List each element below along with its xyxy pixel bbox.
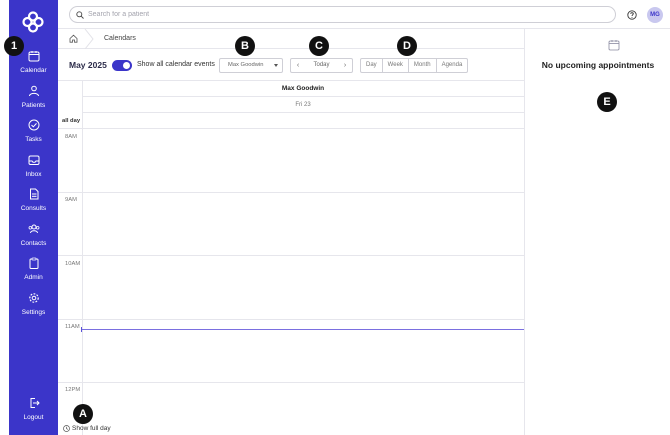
- contacts-icon: [28, 224, 39, 234]
- avatar[interactable]: MG: [647, 7, 663, 23]
- search-input[interactable]: [88, 8, 608, 21]
- today-button[interactable]: Today: [305, 59, 338, 72]
- search-icon: [76, 11, 84, 19]
- calendar-icon: [608, 40, 620, 51]
- hour-slot[interactable]: 12PM: [58, 383, 524, 435]
- sidebar-item-patients[interactable]: Patients: [9, 85, 58, 119]
- sidebar-item-label: Patients: [21, 102, 46, 109]
- clock-icon: [63, 425, 70, 432]
- sidebar-item-admin[interactable]: Admin: [9, 257, 58, 291]
- home-icon[interactable]: [69, 34, 78, 43]
- hour-slot[interactable]: 9AM: [58, 193, 524, 256]
- all-day-row[interactable]: all day: [58, 113, 524, 129]
- hour-label: 12PM: [65, 387, 81, 393]
- show-full-day-label: Show full day: [72, 425, 111, 432]
- check-circle-icon: [28, 119, 39, 131]
- show-full-day-button[interactable]: Show full day: [61, 422, 117, 435]
- logout-icon: [30, 398, 40, 408]
- view-day-button[interactable]: Day: [361, 59, 383, 72]
- view-month-button[interactable]: Month: [409, 59, 437, 72]
- annotation-marker-e: E: [597, 92, 617, 112]
- caret-down-icon: [274, 64, 278, 67]
- annotation-marker-c: C: [309, 36, 329, 56]
- show-all-events-label: Show all calendar events: [137, 61, 215, 68]
- sidebar-item-label: Contacts: [20, 240, 47, 247]
- sidebar-item-label: Admin: [24, 274, 43, 281]
- sidebar-item-label: Settings: [21, 309, 46, 316]
- sidebar-item-label: Consults: [20, 205, 47, 212]
- sidebar-item-inbox[interactable]: Inbox: [9, 154, 58, 188]
- calendar-grid: Max Goodwin Fri 23 all day 8AM 9AM 10AM …: [58, 81, 524, 435]
- gear-icon: [28, 293, 39, 303]
- practitioner-select[interactable]: Max Goodwin: [219, 58, 283, 73]
- show-all-events-toggle[interactable]: [112, 60, 132, 71]
- annotation-marker-a: A: [73, 404, 93, 424]
- view-week-button[interactable]: Week: [383, 59, 409, 72]
- no-appointments-message: No upcoming appointments: [541, 60, 655, 70]
- help-icon[interactable]: [627, 10, 637, 20]
- next-button[interactable]: ›: [338, 59, 352, 72]
- time-gutter-divider: [82, 81, 83, 435]
- logout-button[interactable]: Logout: [9, 397, 58, 431]
- appointments-panel: No upcoming appointments: [524, 29, 670, 435]
- view-switcher: Day Week Month Agenda: [360, 58, 469, 73]
- practitioner-select-value: Max Goodwin: [228, 62, 264, 68]
- prev-button[interactable]: ‹: [291, 59, 305, 72]
- calendar-icon: [28, 51, 39, 62]
- resource-header: Max Goodwin: [82, 81, 524, 97]
- annotation-marker-d: D: [397, 36, 417, 56]
- annotation-marker-1: 1: [4, 36, 24, 56]
- hour-label: 11AM: [65, 324, 80, 330]
- hour-label: 10AM: [65, 261, 81, 267]
- user-icon: [28, 85, 39, 97]
- app-logo-icon[interactable]: [22, 11, 44, 33]
- sidebar: Calendar Patients Tasks Inbox Consults C…: [9, 0, 58, 435]
- sidebar-item-consults[interactable]: Consults: [9, 188, 58, 222]
- hour-slot[interactable]: 8AM: [58, 130, 524, 193]
- breadcrumb-calendars[interactable]: Calendars: [104, 35, 136, 42]
- date-navigation: ‹ Today ›: [290, 58, 353, 73]
- sidebar-item-label: Calendar: [20, 67, 47, 74]
- hour-slot[interactable]: 10AM: [58, 257, 524, 320]
- logout-label: Logout: [23, 414, 44, 421]
- breadcrumb: Calendars: [58, 29, 524, 49]
- sidebar-item-contacts[interactable]: Contacts: [9, 223, 58, 257]
- document-icon: [29, 188, 38, 200]
- current-month: May 2025: [69, 60, 107, 70]
- clipboard-icon: [29, 257, 38, 269]
- hour-label: 9AM: [65, 197, 77, 203]
- current-time-indicator: [81, 327, 524, 332]
- sidebar-item-tasks[interactable]: Tasks: [9, 119, 58, 153]
- patient-search[interactable]: [69, 6, 616, 23]
- view-agenda-button[interactable]: Agenda: [437, 59, 468, 72]
- annotation-marker-b: B: [235, 36, 255, 56]
- sidebar-item-label: Inbox: [25, 171, 42, 178]
- hour-label: 8AM: [65, 134, 77, 140]
- calendar-toolbar: May 2025 Show all calendar events Max Go…: [58, 50, 524, 81]
- sidebar-item-label: Tasks: [25, 136, 42, 143]
- all-day-label: all day: [62, 118, 81, 124]
- inbox-icon: [28, 155, 39, 165]
- breadcrumb-separator-icon: [84, 29, 94, 49]
- sidebar-item-settings[interactable]: Settings: [9, 292, 58, 326]
- date-header: Fri 23: [82, 97, 524, 113]
- top-bar: MG: [58, 0, 670, 29]
